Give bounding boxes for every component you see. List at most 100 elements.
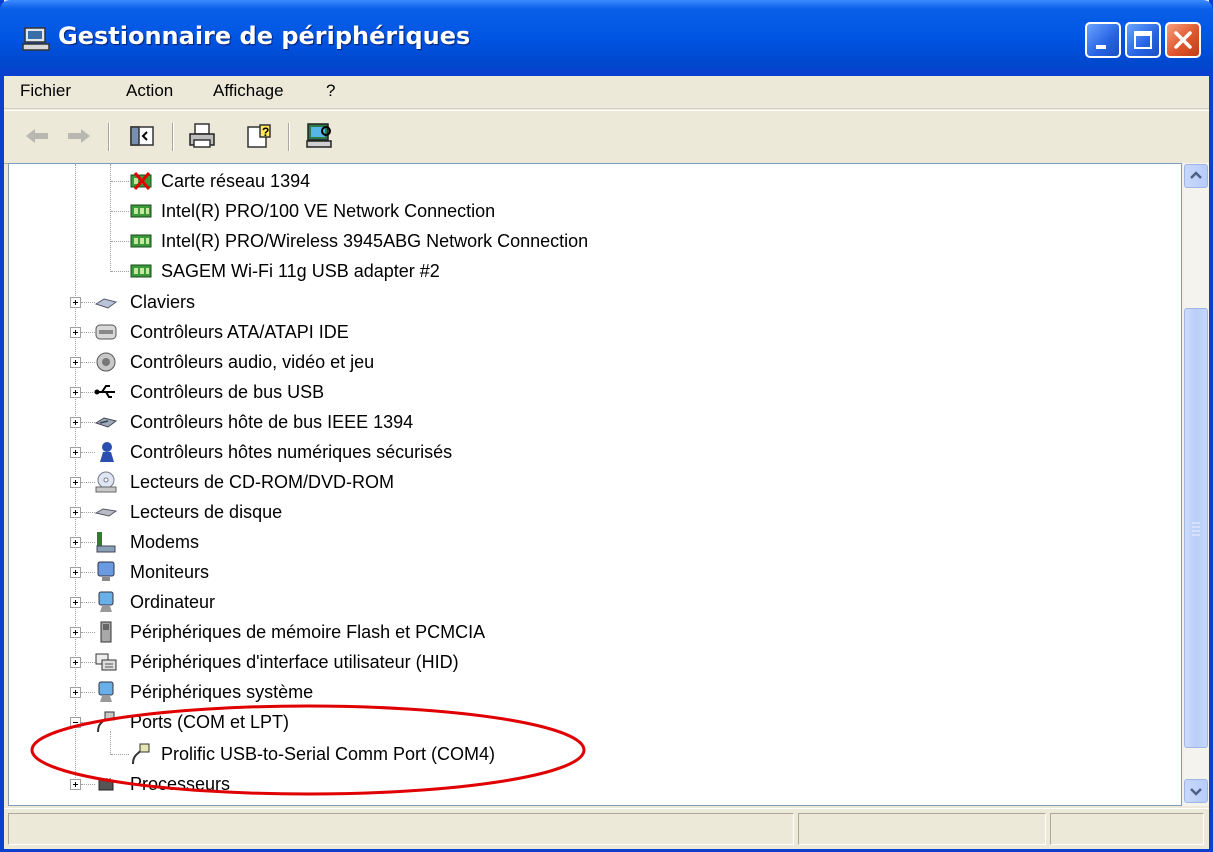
close-button[interactable] [1165,22,1201,58]
chevron-down-icon [1190,788,1202,796]
tree-line [111,241,129,242]
status-bar [4,808,1209,849]
tree-line [81,362,95,363]
menu-help[interactable]: ? [320,79,341,103]
tree-line [111,271,129,272]
expand-toggle[interactable] [70,537,81,548]
svg-text:?: ? [262,125,269,139]
title-bar[interactable]: Gestionnaire de périphériques [0,0,1213,76]
tree-category-label: Contrôleurs de bus USB [130,382,325,402]
show-hide-console-tree-icon[interactable] [127,121,157,151]
tree-line [81,602,95,603]
network-card-icon [130,264,152,278]
maximize-button[interactable] [1125,22,1161,58]
tree-line [81,692,95,693]
tree-category-label: Périphériques système [130,682,314,702]
scroll-thumb[interactable] [1184,308,1208,748]
forward-arrow-icon[interactable] [64,121,94,151]
vertical-scrollbar[interactable] [1182,163,1209,806]
minimize-button[interactable] [1085,22,1121,58]
tree-item-label: Carte réseau 1394 [161,171,311,191]
expand-toggle[interactable] [70,417,81,428]
flash-memory-icon [100,621,112,643]
serial-port-icon [132,743,150,765]
tree-line [111,211,129,212]
tree-category-label: Modems [130,532,200,552]
tree-category-label: Lecteurs de disque [130,502,283,522]
tree-line [81,662,95,663]
tree-line [111,754,129,755]
chevron-up-icon [1190,171,1202,179]
audio-speaker-icon [96,352,116,372]
scroll-down-button[interactable] [1184,779,1208,803]
tree-line [81,542,95,543]
menu-bar: Fichier Action Affichage ? [4,76,1209,109]
tree-line [81,482,95,483]
window-title: Gestionnaire de périphériques [58,22,471,50]
tree-item-label: Intel(R) PRO/Wireless 3945ABG Network Co… [161,231,589,251]
menu-fichier[interactable]: Fichier [14,79,77,103]
tree-item-label: Prolific USB-to-Serial Comm Port (COM4) [161,744,496,764]
tree-category-label: Périphériques de mémoire Flash et PCMCIA [130,622,486,642]
network-card-icon [130,234,152,248]
expand-toggle[interactable] [70,477,81,488]
ide-controller-icon [95,324,117,340]
expand-toggle[interactable] [70,507,81,518]
expand-toggle[interactable] [70,687,81,698]
expand-toggle[interactable] [70,387,81,398]
tree-line [81,392,95,393]
collapse-toggle[interactable] [70,717,81,728]
tree-line [81,722,95,723]
expand-toggle[interactable] [70,297,81,308]
maximize-icon [1134,31,1152,49]
expand-toggle[interactable] [70,597,81,608]
close-icon [1174,31,1192,49]
tree-category-label: Contrôleurs hôtes numériques sécurisés [130,442,453,462]
tree-line [111,181,129,182]
back-arrow-icon[interactable] [22,121,52,151]
cdrom-drive-icon [95,471,117,493]
menu-affichage[interactable]: Affichage [207,79,290,103]
expand-toggle[interactable] [70,327,81,338]
keyboard-icon [94,298,118,309]
tree-line [81,784,95,785]
scan-hardware-icon[interactable] [304,121,334,151]
toolbar-separator [108,123,110,151]
tree-category-label: Lecteurs de CD-ROM/DVD-ROM [130,472,395,492]
scroll-up-button[interactable] [1184,164,1208,188]
tree-line [81,572,95,573]
expand-toggle[interactable] [70,627,81,638]
tree-line [81,452,95,453]
toolbar-separator [172,123,174,151]
computer-icon [22,27,50,51]
tree-item-label: Intel(R) PRO/100 VE Network Connection [161,201,496,221]
expand-toggle[interactable] [70,357,81,368]
tree-line [110,731,111,755]
menu-action[interactable]: Action [120,79,179,103]
toolbar: ? [4,110,1209,164]
print-icon[interactable] [187,121,217,151]
expand-toggle[interactable] [70,567,81,578]
sd-host-icon [100,442,114,462]
tree-item-label: SAGEM Wi-Fi 11g USB adapter #2 [161,261,440,281]
tree-line [81,302,95,303]
expand-toggle[interactable] [70,779,81,790]
tree-category-label: Périphériques d'interface utilisateur (H… [130,652,459,672]
computer-icon [98,591,114,612]
tree-category-label: Processeurs [130,774,231,794]
grip-icon [1192,522,1200,536]
expand-toggle[interactable] [70,657,81,668]
usb-icon [94,385,115,398]
monitor-icon [97,561,115,581]
device-tree[interactable]: Carte réseau 1394 Intel(R) PRO/100 VE Ne… [8,163,1182,806]
help-icon[interactable]: ? [244,121,274,151]
tree-category-label: Ordinateur [130,592,216,612]
expand-toggle[interactable] [70,447,81,458]
minimize-icon [1096,45,1106,49]
network-card-icon [130,204,152,218]
tree-category-label: Moniteurs [130,562,210,582]
status-pane-main [8,813,794,845]
hid-device-icon [95,653,117,671]
network-card-disabled-icon [130,172,152,190]
tree-line [81,422,95,423]
